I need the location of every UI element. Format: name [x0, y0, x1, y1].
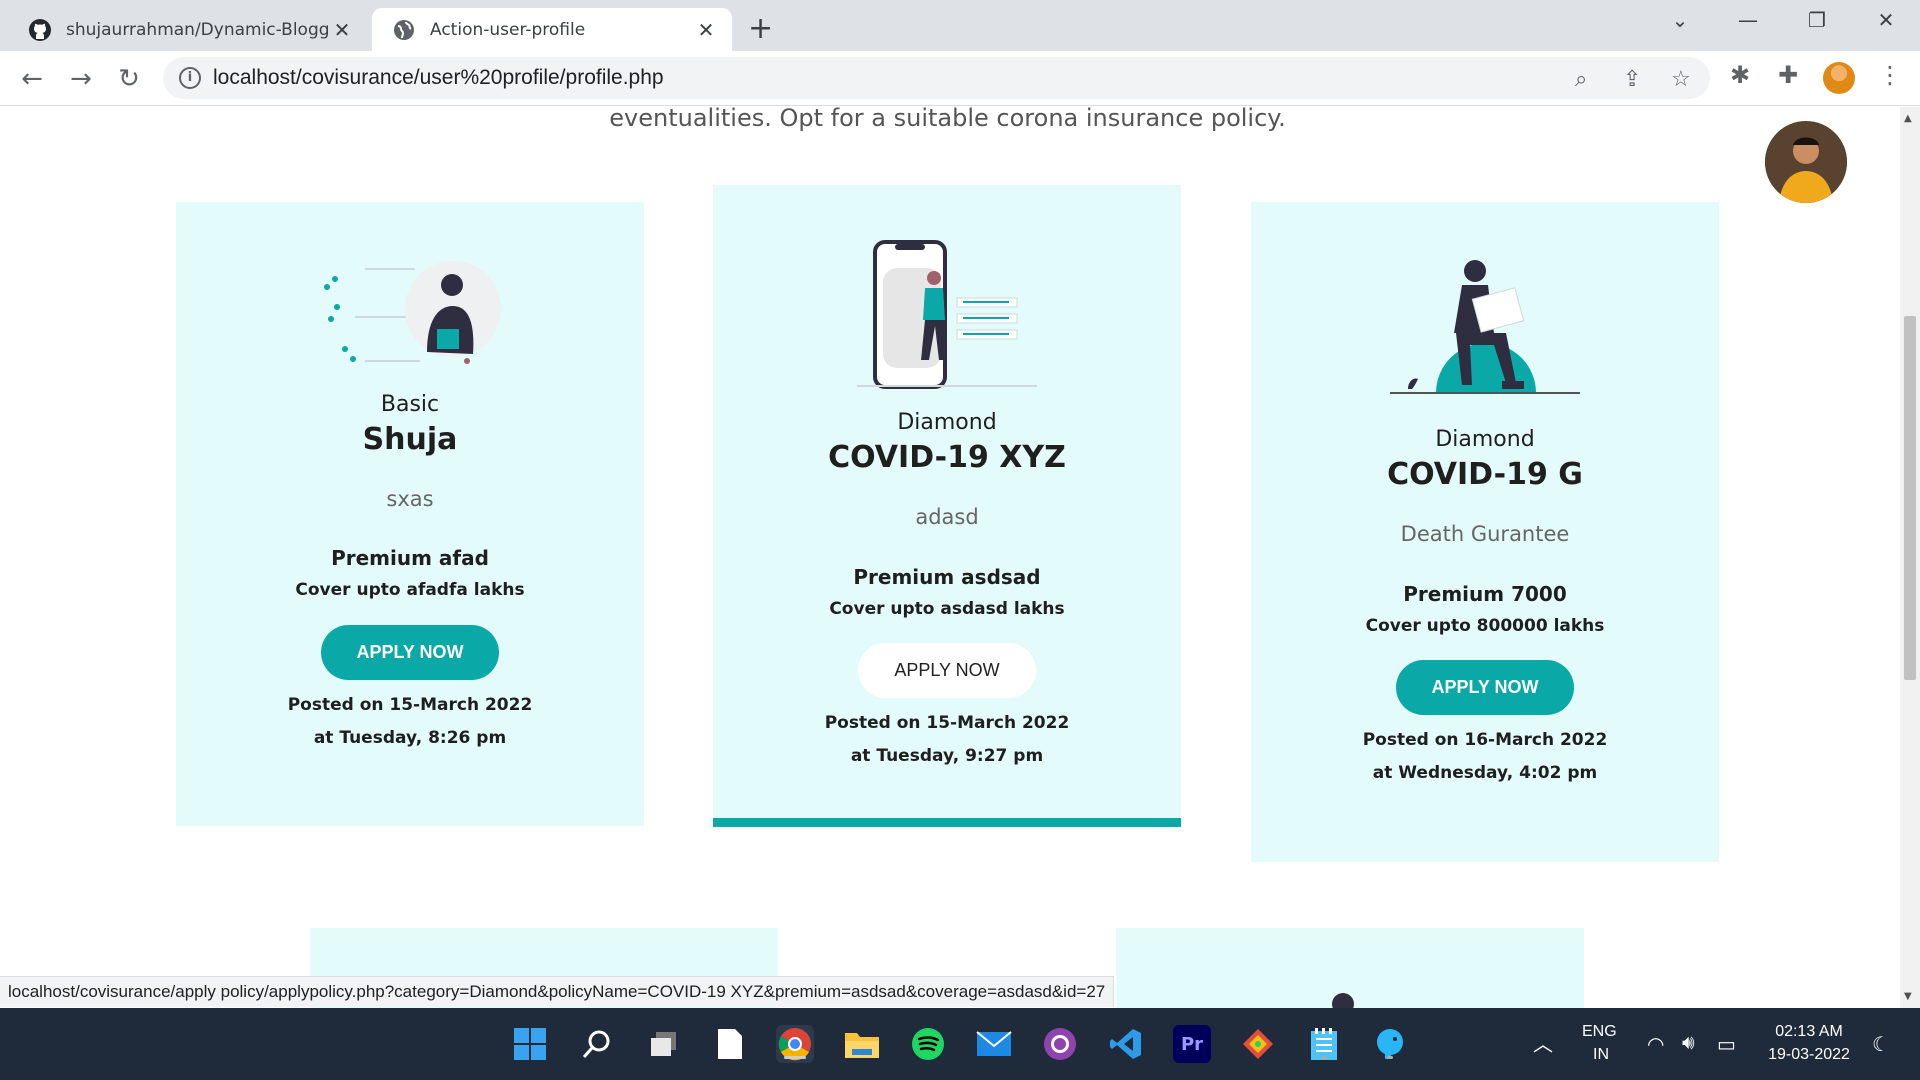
posted-time: at Tuesday, 9:27 pm — [850, 746, 1044, 766]
policy-description: adasd — [915, 505, 979, 529]
tab-title: Action-user-profile — [430, 19, 586, 40]
policy-category: Diamond — [1435, 427, 1535, 452]
premiere-pro-icon[interactable]: Pr — [1173, 1025, 1211, 1063]
policy-card-partial — [1116, 928, 1584, 1008]
phone-illustration-icon — [857, 240, 1037, 389]
policy-category: Diamond — [897, 410, 997, 435]
policy-description: sxas — [386, 487, 434, 511]
posted-date: Posted on 16-March 2022 — [1362, 730, 1608, 750]
tab-search-chevron-icon[interactable]: ⌄ — [1660, 8, 1700, 32]
tab-title: shujaurrahman/Dynamic-Blogger — [66, 19, 328, 40]
zoom-icon[interactable]: ⌕ — [1575, 67, 1587, 92]
share-icon[interactable]: ⇪ — [1623, 67, 1641, 92]
globe-icon — [394, 19, 414, 40]
policy-premium: Premium afad — [331, 546, 489, 570]
clock-time[interactable]: 02:13 AM — [1764, 1023, 1854, 1041]
language-indicator[interactable]: ENG — [1582, 1023, 1617, 1041]
github-icon — [29, 18, 51, 41]
file-explorer-icon[interactable] — [843, 1025, 881, 1063]
link-status-bar: localhost/covisurance/apply policy/apply… — [0, 976, 1115, 1007]
wifi-icon[interactable]: ◠ — [1647, 1032, 1664, 1057]
active-indicator — [784, 1056, 806, 1059]
github-desktop-icon[interactable] — [1041, 1025, 1079, 1063]
chrome-icon[interactable] — [776, 1025, 814, 1063]
notepad-icon[interactable] — [1305, 1025, 1343, 1063]
spotify-icon[interactable] — [909, 1025, 947, 1063]
apply-now-button[interactable]: APPLY NOW — [321, 625, 499, 680]
extensions-puzzle-icon[interactable]: ✚ — [1778, 61, 1798, 89]
policy-premium: Premium asdsad — [853, 565, 1041, 589]
scroll-up-icon[interactable]: ▲ — [1904, 113, 1912, 124]
tab-github[interactable]: shujaurrahman/Dynamic-Blogger ✕ — [8, 8, 368, 51]
region-indicator: IN — [1593, 1046, 1609, 1063]
minimize-icon[interactable]: — — [1728, 8, 1768, 32]
person-illustration-icon — [324, 261, 501, 364]
policy-name: COVID-19 XYZ — [828, 440, 1066, 475]
tab-action-user-profile[interactable]: Action-user-profile ✕ — [372, 8, 732, 51]
posted-date: Posted on 15-March 2022 — [287, 695, 533, 715]
policy-card: Diamond COVID-19 G Death Gurantee Premiu… — [1251, 202, 1719, 862]
task-view-icon[interactable] — [645, 1025, 683, 1063]
elephant-app-icon[interactable] — [1371, 1025, 1409, 1063]
mail-icon[interactable] — [975, 1025, 1013, 1063]
policy-name: Shuja — [362, 422, 458, 457]
user-avatar[interactable] — [1765, 121, 1847, 203]
policy-description: Death Gurantee — [1400, 522, 1570, 546]
bookmark-star-icon[interactable]: ☆ — [1671, 67, 1691, 92]
avatar-photo-icon — [1765, 121, 1847, 203]
git-tool-icon[interactable] — [1239, 1025, 1277, 1063]
active-card-accent-bar — [713, 818, 1181, 827]
address-bar[interactable]: i localhost/covisurance/user%20profile/p… — [163, 57, 1710, 99]
policy-card: Diamond COVID-19 XYZ adasd Premium asdsa… — [713, 185, 1181, 827]
windows-taskbar: Pr ︿ ENG IN ◠ 🔊︎ ▭ 02:13 AM 19-03-2022 ☾ — [0, 1008, 1920, 1080]
reload-icon[interactable]: ↻ — [112, 62, 146, 96]
show-hidden-icons-chevron-icon[interactable]: ︿ — [1533, 1028, 1553, 1057]
policy-name: COVID-19 G — [1387, 457, 1583, 492]
restore-icon[interactable]: ❐ — [1797, 8, 1837, 32]
volume-icon[interactable]: 🔊︎ — [1682, 1032, 1695, 1055]
info-icon[interactable]: i — [179, 67, 201, 89]
policy-category: Basic — [380, 392, 440, 417]
browser-toolbar: ← → ↻ i localhost/covisurance/user%20pro… — [0, 51, 1920, 106]
windows-start-icon[interactable] — [511, 1025, 549, 1063]
back-arrow-icon[interactable]: ← — [15, 62, 49, 96]
policy-cover: Cover upto 800000 lakhs — [1365, 616, 1605, 636]
posted-time: at Tuesday, 8:26 pm — [313, 728, 507, 748]
close-icon[interactable]: ✕ — [330, 18, 354, 42]
scroll-down-icon[interactable]: ▼ — [1904, 991, 1912, 1002]
close-icon[interactable]: ✕ — [694, 18, 718, 42]
reader-illustration-icon — [1390, 260, 1580, 394]
bug-extension-icon[interactable]: ✱ — [1730, 61, 1750, 89]
vscode-icon[interactable] — [1107, 1025, 1145, 1063]
url-text: localhost/covisurance/user%20profile/pro… — [213, 66, 664, 89]
notepad-file-icon[interactable] — [711, 1025, 749, 1063]
forward-arrow-icon[interactable]: → — [64, 62, 98, 96]
clock-date: 19-03-2022 — [1768, 1046, 1850, 1063]
battery-icon[interactable]: ▭ — [1717, 1032, 1736, 1057]
policy-cover: Cover upto asdasd lakhs — [829, 599, 1065, 619]
profile-avatar[interactable] — [1823, 62, 1855, 94]
apply-now-button[interactable]: APPLY NOW — [858, 643, 1036, 698]
window-close-icon[interactable]: ✕ — [1866, 8, 1906, 32]
posted-time: at Wednesday, 4:02 pm — [1372, 763, 1598, 783]
page-viewport: eventualities. Opt for a suitable corona… — [0, 107, 1900, 1008]
menu-kebab-icon[interactable]: ⋮ — [1878, 61, 1902, 89]
running-indicator — [1321, 1056, 1327, 1059]
tab-strip: shujaurrahman/Dynamic-Blogger ✕ Action-u… — [0, 0, 1920, 51]
posted-date: Posted on 15-March 2022 — [824, 713, 1070, 733]
policy-cover: Cover upto afadfa lakhs — [295, 580, 525, 600]
running-indicator — [1387, 1056, 1393, 1059]
policy-premium: Premium 7000 — [1403, 582, 1567, 606]
person-head-illustration-icon — [1332, 993, 1354, 1008]
intro-text: eventualities. Opt for a suitable corona… — [609, 107, 1286, 132]
new-tab-button[interactable]: + — [748, 11, 773, 46]
moon-focus-icon[interactable]: ☾ — [1872, 1032, 1890, 1057]
page-scrollbar[interactable]: ▲ ▼ — [1900, 107, 1920, 1008]
search-icon[interactable] — [578, 1025, 616, 1063]
apply-now-button[interactable]: APPLY NOW — [1396, 660, 1574, 715]
scrollbar-thumb[interactable] — [1904, 316, 1916, 680]
policy-card: Basic Shuja sxas Premium afad Cover upto… — [176, 202, 644, 826]
